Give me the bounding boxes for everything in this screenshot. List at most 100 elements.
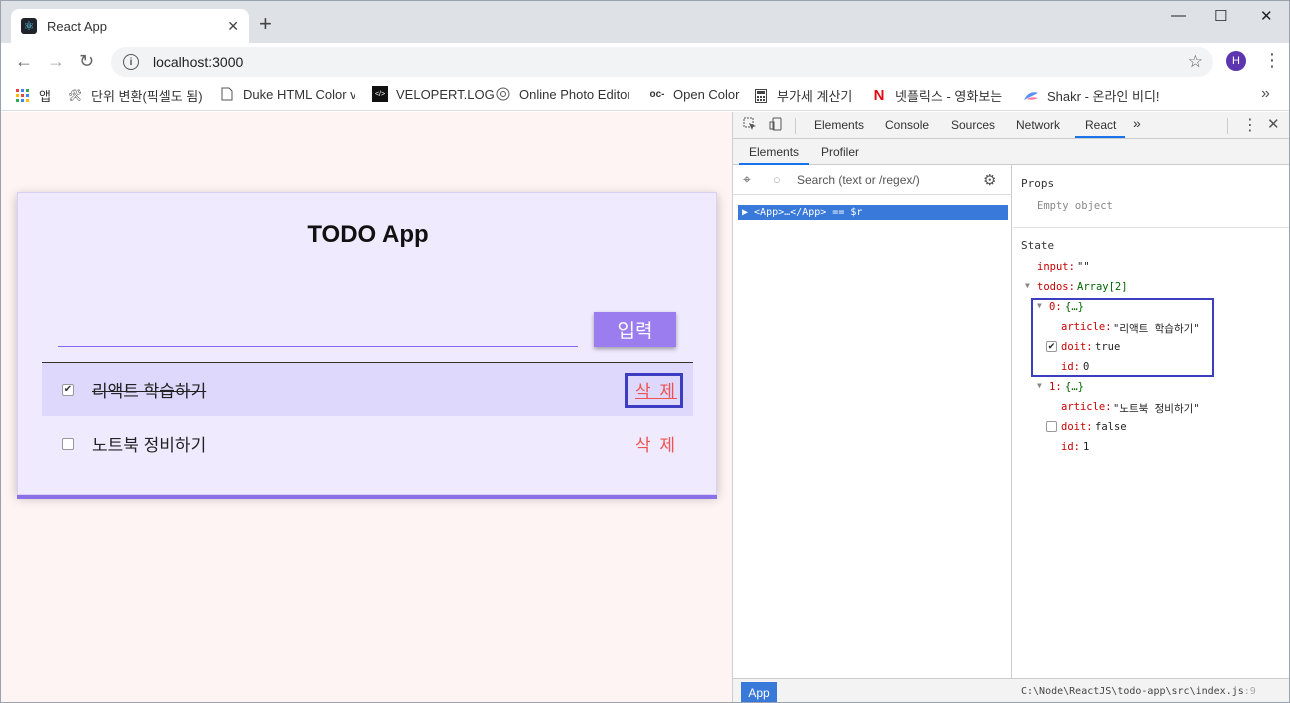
- tab-console[interactable]: Console: [885, 118, 929, 132]
- bookmark-item[interactable]: 앱: [15, 86, 51, 105]
- state-value: false: [1095, 421, 1127, 433]
- address-bar[interactable]: i localhost:3000 ☆: [111, 47, 1213, 77]
- bookmark-label: VELOPERT.LOG: [396, 86, 495, 102]
- props-header: Props: [1021, 177, 1055, 190]
- tab-strip: ⚛ React App ✕ + — ☐ ✕: [1, 1, 1289, 43]
- url-text[interactable]: localhost:3000: [153, 54, 243, 70]
- source-path-text: C:\Node\ReactJS\todo-app\src\index.js: [1021, 686, 1244, 697]
- state-key: article:: [1061, 401, 1112, 413]
- bookmark-item[interactable]: 🛠 단위 변환(픽셀도 됨): [67, 86, 203, 105]
- browser-tab[interactable]: ⚛ React App ✕: [11, 9, 249, 43]
- camera-icon: [495, 86, 511, 102]
- bookmark-item[interactable]: N 넷플릭스 - 영화보는: [871, 86, 1003, 105]
- bookmark-item[interactable]: 부가세 계산기: [753, 86, 852, 105]
- gear-icon[interactable]: ⚙: [983, 171, 996, 189]
- minimize-button[interactable]: —: [1171, 7, 1186, 24]
- velopert-icon: </>: [372, 86, 388, 102]
- state-key: id:: [1061, 441, 1080, 453]
- reload-icon[interactable]: ↻: [79, 51, 94, 72]
- state-key: input:: [1037, 261, 1075, 273]
- tab-elements[interactable]: Elements: [814, 118, 864, 132]
- bookmark-label: 넷플릭스 - 영화보는: [895, 89, 1003, 104]
- todo-input[interactable]: [58, 313, 578, 347]
- target-select-icon[interactable]: ⌖: [743, 171, 751, 188]
- todo-checkbox[interactable]: [62, 437, 74, 450]
- annotation-highlight-box: [1031, 298, 1214, 377]
- maximize-button[interactable]: ☐: [1214, 7, 1227, 25]
- bookmarks-overflow-icon[interactable]: »: [1261, 85, 1270, 103]
- bookmark-item[interactable]: </> VELOPERT.LOG: [372, 86, 495, 102]
- calculator-icon: [753, 88, 769, 104]
- state-key: doit:: [1061, 421, 1093, 433]
- state-key: todos:: [1037, 281, 1075, 293]
- profile-avatar[interactable]: H: [1226, 51, 1246, 71]
- inspect-element-icon[interactable]: [743, 117, 757, 134]
- state-value: Array[2]: [1077, 281, 1128, 293]
- close-devtools-icon[interactable]: ✕: [1267, 115, 1280, 133]
- page-viewport: TODO App 입력 ✔ 리액트 학습하기 삭 제 노트북 정비하기 삭 제: [1, 112, 732, 702]
- bookmark-label: Open Color: [673, 86, 740, 102]
- subtab-profiler[interactable]: Profiler: [821, 145, 859, 159]
- delete-button[interactable]: 삭 제: [635, 431, 677, 456]
- source-path[interactable]: C:\Node\ReactJS\todo-app\src\index.js:9: [1021, 686, 1256, 697]
- todo-text: 리액트 학습하기: [92, 382, 207, 401]
- more-tabs-icon[interactable]: »: [1133, 115, 1141, 131]
- devtools-panel: Elements Console Sources Network React »…: [732, 112, 1289, 702]
- tab-sources[interactable]: Sources: [951, 118, 995, 132]
- state-header: State: [1021, 239, 1055, 252]
- tab-close-icon[interactable]: ✕: [227, 18, 239, 35]
- state-value: {…}: [1065, 381, 1084, 393]
- todo-text: 노트북 정비하기: [92, 436, 207, 455]
- breadcrumb-app[interactable]: App: [741, 682, 777, 702]
- bookmarks-bar: 앱 🛠 단위 변환(픽셀도 됨) Duke HTML Color vC </> …: [1, 81, 1289, 111]
- expand-arrow-icon[interactable]: ▼: [1025, 281, 1030, 290]
- state-value: 1: [1083, 441, 1090, 453]
- search-icon: ○: [773, 172, 781, 187]
- todo-checkbox-checked[interactable]: ✔: [62, 383, 74, 396]
- bookmark-item[interactable]: oc- Open Color: [649, 86, 740, 102]
- forward-arrow-icon[interactable]: →: [47, 51, 65, 72]
- devtools-menu-icon[interactable]: ⋮: [1242, 115, 1258, 135]
- search-input[interactable]: Search (text or /regex/): [797, 173, 920, 187]
- bookmark-label: 단위 변환(픽셀도 됨): [91, 89, 203, 104]
- todo-item: ✔ 리액트 학습하기 삭 제: [42, 363, 693, 416]
- todo-item: 노트북 정비하기 삭 제: [42, 417, 693, 470]
- app-title: TODO App: [307, 221, 429, 248]
- bookmark-label: Online Photo Editor: [519, 86, 629, 102]
- close-window-button[interactable]: ✕: [1260, 7, 1273, 25]
- page-icon: [219, 86, 235, 102]
- devtools-tabbar: Elements Console Sources Network React »…: [733, 112, 1289, 139]
- separator: [1227, 118, 1228, 134]
- subtab-elements[interactable]: Elements: [749, 145, 799, 159]
- active-tab-indicator: [1075, 136, 1125, 138]
- tab-title: React App: [47, 18, 107, 34]
- bookmark-item[interactable]: Duke HTML Color vC: [219, 86, 355, 102]
- separator: [795, 118, 796, 134]
- expand-arrow-icon[interactable]: ▼: [1037, 381, 1042, 390]
- netflix-icon: N: [873, 87, 885, 104]
- new-tab-button[interactable]: +: [259, 13, 272, 35]
- source-line: :9: [1243, 686, 1256, 697]
- submit-button[interactable]: 입력: [594, 312, 676, 347]
- bookmark-label: Shakr - 온라인 비디!: [1047, 89, 1160, 104]
- selected-app-node[interactable]: ▶ <App>…</App> == $r: [738, 205, 1008, 220]
- device-toolbar-icon[interactable]: [769, 117, 783, 134]
- tab-react[interactable]: React: [1085, 118, 1116, 132]
- oc-icon: oc-: [649, 88, 665, 100]
- info-icon[interactable]: i: [123, 54, 139, 70]
- bookmark-label: Duke HTML Color vC: [243, 86, 355, 102]
- todo-card: TODO App 입력 ✔ 리액트 학습하기 삭 제 노트북 정비하기 삭 제: [17, 192, 717, 495]
- react-favicon-icon: ⚛: [21, 18, 37, 34]
- bookmark-star-icon[interactable]: ☆: [1188, 52, 1203, 72]
- tab-network[interactable]: Network: [1016, 118, 1060, 132]
- bookmark-item[interactable]: Online Photo Editor: [495, 86, 629, 102]
- shakr-icon: [1023, 88, 1039, 104]
- browser-window: ⚛ React App ✕ + — ☐ ✕ ← → ↻ i localhost:…: [0, 0, 1290, 703]
- state-key: 1:: [1049, 381, 1062, 393]
- bookmark-item[interactable]: Shakr - 온라인 비디!: [1023, 86, 1160, 105]
- browser-menu-icon[interactable]: ⋮: [1263, 51, 1281, 69]
- back-arrow-icon[interactable]: ←: [15, 51, 33, 72]
- doit-checkbox[interactable]: [1046, 421, 1057, 432]
- apps-grid-icon: [15, 88, 31, 104]
- state-value: "": [1077, 261, 1090, 273]
